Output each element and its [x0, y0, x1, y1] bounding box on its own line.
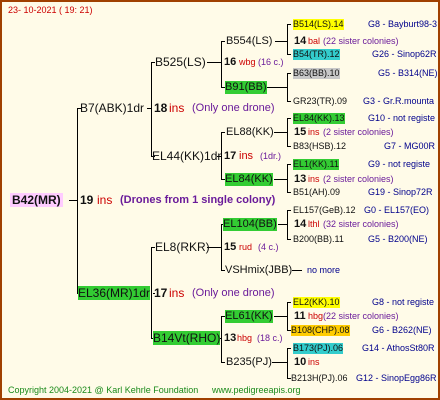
gen3-item-3-note: (2 sister colonies): [323, 127, 394, 137]
gen4-item-6-label[interactable]: B83(HSB).12: [293, 141, 346, 152]
root-queen-label[interactable]: B42(MR): [10, 193, 63, 207]
gen3-item-5-label[interactable]: EL104(BB): [223, 218, 277, 231]
gen4-item-1-ref: G8 - Bayburt98-3: [368, 19, 438, 29]
gen3-item-1-number: 14: [294, 35, 307, 47]
gen3-item-4-unit: ins: [308, 174, 320, 184]
gen4-item-6-ref: G7 - MG00R: [384, 141, 436, 151]
gen4-item-5-ref: G10 - not registe: [368, 113, 436, 123]
gen4-item-4-label[interactable]: GR23(TR).09: [293, 96, 347, 107]
dam-label[interactable]: EL36(MR)1dr: [78, 286, 151, 300]
sire-note: (Only one drone): [192, 102, 275, 114]
gen2-item-4-label[interactable]: B14Vt(RHO): [153, 331, 221, 345]
sire-label[interactable]: B7(ABK)1dr: [80, 101, 144, 115]
sire-unit: ins: [169, 101, 185, 115]
sire-number: 18: [154, 101, 168, 115]
gen2-item-3-number: 15: [224, 241, 237, 253]
gen3-item-1-note: (22 sister colonies): [323, 36, 399, 46]
gen2-item-1-note: (16 c.): [258, 57, 284, 67]
gen3-item-5-unit: lthl: [308, 219, 320, 229]
gen3-item-2-label[interactable]: B91(BB): [225, 81, 267, 94]
gen3-item-7-unit: hbg: [308, 311, 324, 321]
gen4-item-7-label[interactable]: EL1(KK).11: [293, 159, 339, 170]
gen2-item-3-unit: rud: [239, 242, 253, 252]
gen3-item-7-note: (22 sister colonies): [323, 311, 399, 321]
gen4-item-8-ref: G19 - Sinop72R: [368, 187, 433, 197]
gen4-item-1-label[interactable]: B514(LS).14: [293, 19, 344, 30]
gen3-item-5-number: 14: [294, 218, 307, 230]
gen3-item-3-unit: ins: [308, 127, 320, 137]
gen4-item-11-ref: G8 - not registe: [372, 297, 435, 307]
gen2-item-4-number: 13: [224, 332, 237, 344]
gen4-item-3-ref: G5 - B314(NE): [378, 68, 438, 78]
root-number: 19: [80, 193, 94, 207]
gen3-item-1-label[interactable]: B554(LS): [226, 35, 272, 48]
gen3-item-4-note: (2 sister colonies): [323, 174, 394, 184]
dam-number: 17: [154, 286, 168, 300]
root-note: (Drones from 1 single colony): [120, 194, 276, 206]
gen3-item-7-label[interactable]: EL61(KK): [225, 310, 273, 323]
gen4-item-14-ref: G12 - SinopEgg86R: [356, 373, 437, 383]
gen4-item-10-label[interactable]: B200(BB).11: [293, 234, 344, 245]
gen3-item-7-number: 11: [294, 310, 306, 322]
gen4-item-12-label[interactable]: B108(CHP).08: [291, 325, 350, 336]
dam-note: (Only one drone): [192, 287, 275, 299]
gen2-item-1-number: 16: [224, 56, 237, 68]
gen4-item-10-ref: G5 - B200(NE): [368, 234, 428, 244]
gen4-item-4-ref: G3 - Gr.R.mounta: [363, 96, 435, 106]
gen3-item-5-note: (32 sister colonies): [323, 219, 399, 229]
gen3-item-6-note: no more: [307, 265, 341, 275]
gen3-item-4-number: 13: [294, 173, 307, 185]
gen2-item-1-label[interactable]: B525(LS): [155, 55, 206, 69]
gen3-item-6-label[interactable]: VSHmix(JBB): [225, 264, 292, 277]
gen4-item-13-ref: G14 - AthosSt80R: [362, 343, 435, 353]
gen2-item-2-note: (1dr.): [260, 151, 282, 161]
gen2-item-4-note: (18 c.): [257, 333, 283, 343]
gen3-item-3-number: 15: [294, 126, 307, 138]
gen4-item-3-label[interactable]: B63(BB).10: [293, 68, 340, 79]
gen4-item-13-label[interactable]: B173(PJ).06: [293, 343, 344, 354]
gen2-item-3-label[interactable]: EL8(RKR): [155, 240, 210, 254]
gen4-item-14-label[interactable]: B213H(PJ).06: [291, 373, 348, 384]
gen2-item-1-unit: wbg: [239, 57, 256, 67]
gen2-item-2-unit: ins: [239, 150, 254, 162]
gen4-item-9-ref: G0 - EL157(EO): [364, 205, 430, 215]
gen3-item-4-label[interactable]: EL84(KK): [225, 173, 273, 186]
gen2-item-4-unit: hbg: [237, 333, 253, 343]
gen4-item-12-ref: G6 - B262(NE): [372, 325, 432, 335]
gen2-item-2-label[interactable]: EL44(KK)1dr: [152, 149, 221, 163]
pedigree-chart: 23- 10-2021 ( 19: 21) Copyright 2004-202…: [0, 0, 440, 400]
gen3-item-8-label[interactable]: B235(PJ): [226, 356, 272, 369]
gen3-item-8-number: 10: [294, 356, 307, 368]
gen2-item-3-note: (4 c.): [258, 242, 279, 252]
root-unit: ins: [97, 193, 113, 207]
gen4-item-5-label[interactable]: EL84(KK).13: [293, 113, 345, 124]
gen4-item-8-label[interactable]: B51(AH).09: [293, 187, 340, 198]
gen3-item-8-unit: ins: [308, 357, 320, 367]
gen4-item-9-label[interactable]: EL157(GeB).12: [293, 205, 356, 216]
gen2-item-2-number: 17: [224, 150, 237, 162]
gen4-item-2-ref: G26 - Sinop62R: [372, 49, 437, 59]
gen3-item-1-unit: bal: [308, 36, 321, 46]
gen4-item-11-label[interactable]: EL2(KK).10: [293, 297, 340, 308]
gen4-item-2-label[interactable]: B54(TR).12: [293, 49, 340, 60]
gen4-item-7-ref: G9 - not registe: [368, 159, 431, 169]
dam-unit: ins: [169, 286, 185, 300]
gen3-item-3-label[interactable]: EL88(KK): [226, 126, 274, 139]
